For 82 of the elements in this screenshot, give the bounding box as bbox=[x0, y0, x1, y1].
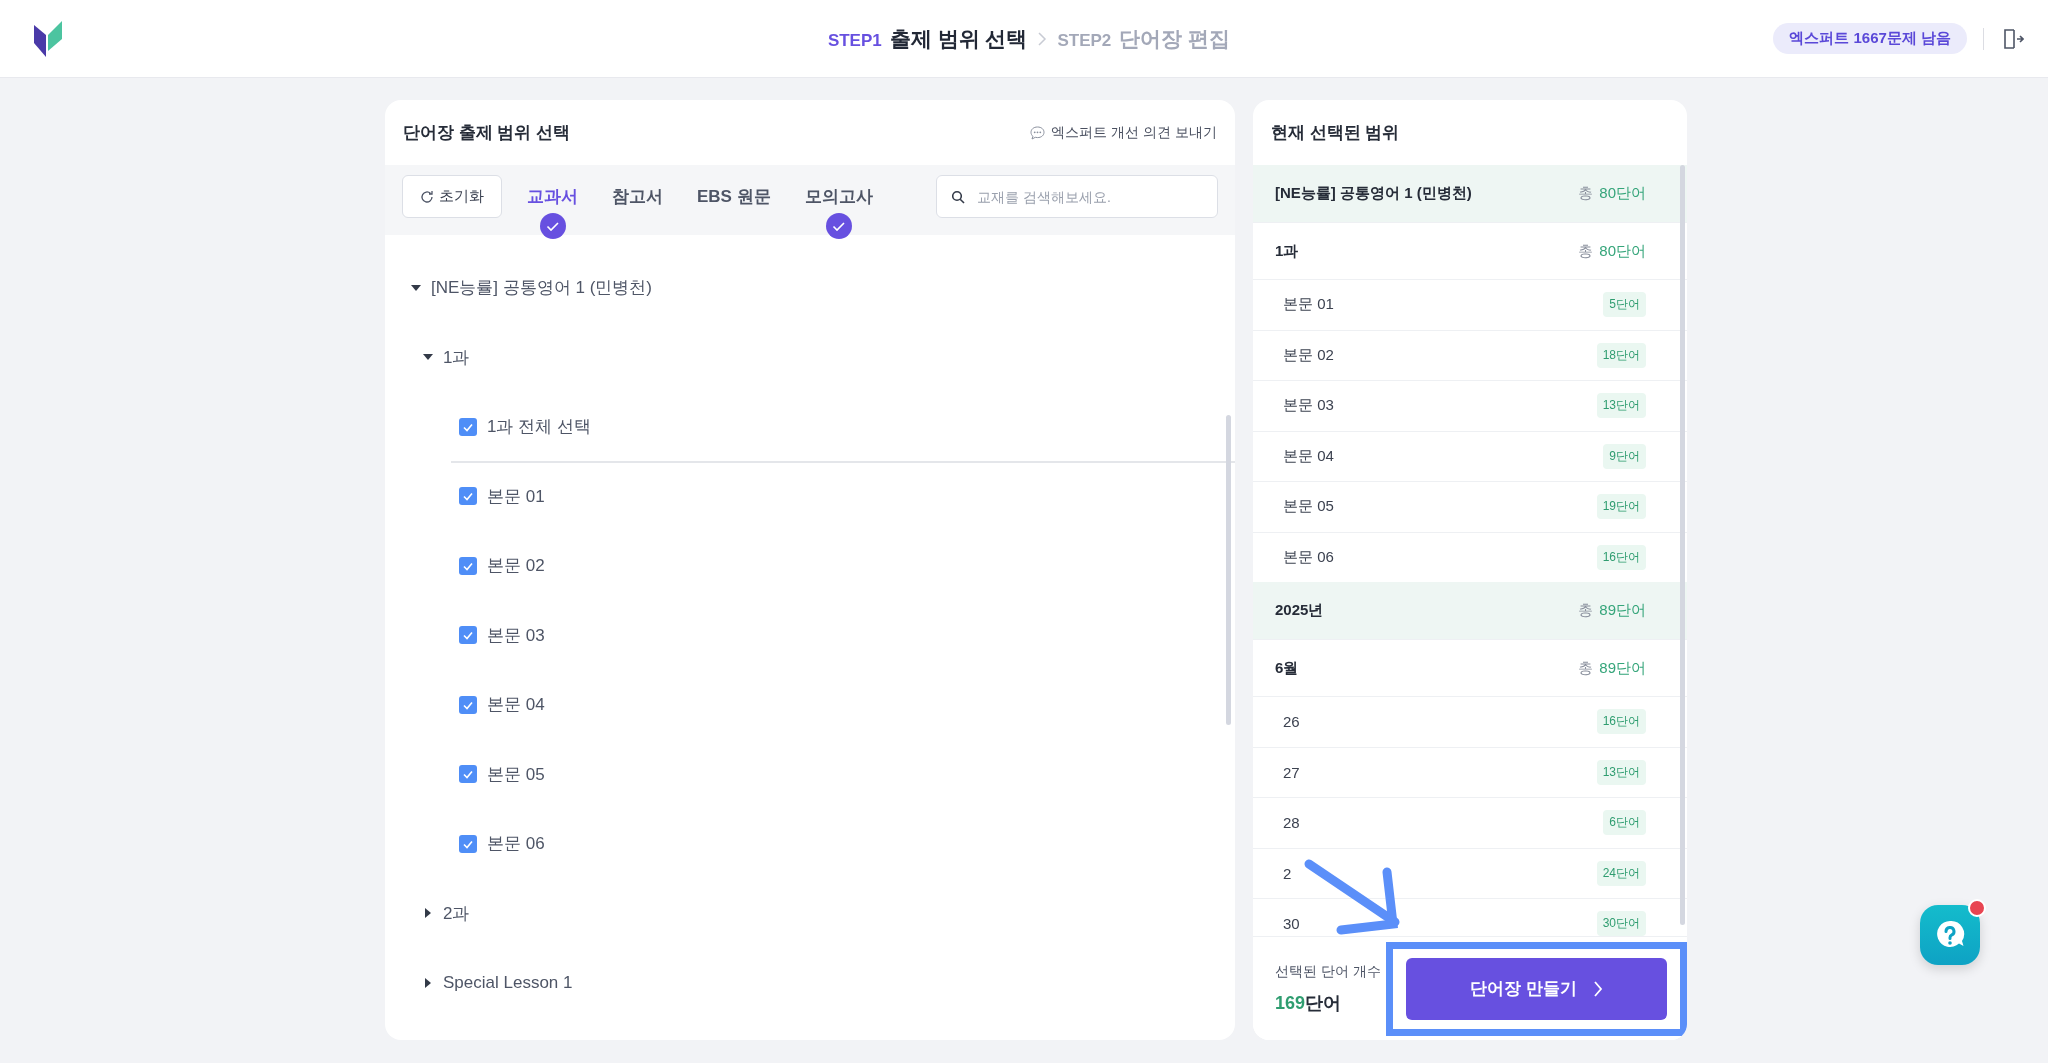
tree-item[interactable]: Special Lesson 1 bbox=[443, 972, 573, 993]
step-title: 출제 범위 선택 bbox=[889, 25, 1028, 52]
help-button[interactable] bbox=[1920, 905, 1980, 965]
word-count: 80단어 bbox=[1599, 184, 1646, 203]
word-count-badge: 16단어 bbox=[1596, 544, 1646, 570]
checkbox-label[interactable]: 본문 06 bbox=[487, 832, 545, 856]
search-field[interactable]: 교재를 검색해보세요. bbox=[936, 175, 1218, 218]
card-title: 현재 선택된 범위 bbox=[1271, 122, 1400, 144]
row-title: 30 bbox=[1283, 915, 1300, 933]
total-label: 총 bbox=[1578, 601, 1594, 620]
refresh-icon bbox=[420, 189, 434, 204]
tab[interactable]: 교과서 bbox=[510, 175, 595, 218]
checkbox[interactable] bbox=[459, 626, 477, 645]
word-count: 80단어 bbox=[1599, 241, 1646, 261]
checkbox[interactable] bbox=[459, 417, 477, 436]
tab[interactable]: 모의고사 bbox=[787, 175, 890, 218]
row-title: 26 bbox=[1283, 713, 1300, 731]
total-label: 총 bbox=[1578, 184, 1594, 203]
row-title: 2 bbox=[1283, 864, 1292, 882]
chevron-icon bbox=[1037, 30, 1048, 47]
tab[interactable]: 참고서 bbox=[595, 175, 680, 218]
step-number: STEP2 bbox=[1057, 30, 1112, 51]
checkbox[interactable] bbox=[459, 556, 477, 575]
step-title: 단어장 편집 bbox=[1119, 25, 1231, 52]
word-count-badge: 9단어 bbox=[1603, 443, 1646, 469]
word-count-badge: 6단어 bbox=[1603, 810, 1646, 836]
row-title: 본문 05 bbox=[1283, 497, 1334, 517]
row-title: 2025년 bbox=[1275, 601, 1324, 620]
checkbox-label[interactable]: 본문 03 bbox=[487, 623, 545, 647]
row-title: 6월 bbox=[1275, 658, 1299, 678]
tree-item[interactable]: 1과 bbox=[443, 345, 470, 369]
checkbox[interactable] bbox=[459, 834, 477, 853]
checkbox[interactable] bbox=[459, 695, 477, 714]
checkbox-label[interactable]: 본문 02 bbox=[487, 554, 545, 578]
scrollbar[interactable] bbox=[1680, 165, 1685, 925]
word-count-badge: 13단어 bbox=[1596, 393, 1646, 419]
tree-item[interactable]: [NE능률] 공통영어 1 (민병천) bbox=[431, 276, 652, 300]
notification-dot bbox=[1968, 899, 1986, 917]
checkbox-label[interactable]: 1과 전체 선택 bbox=[487, 415, 591, 439]
row-title: 27 bbox=[1283, 763, 1300, 781]
reset-button[interactable]: 초기화 bbox=[402, 175, 502, 218]
row-title: 본문 03 bbox=[1283, 396, 1334, 416]
row-title: 본문 06 bbox=[1283, 547, 1334, 567]
row-title: 본문 04 bbox=[1283, 446, 1334, 466]
checkbox-label[interactable]: 본문 04 bbox=[487, 693, 545, 717]
caret-icon[interactable] bbox=[425, 977, 431, 988]
tree-item[interactable]: 2과 bbox=[443, 901, 470, 925]
word-count-badge: 18단어 bbox=[1596, 342, 1646, 368]
word-count: 89단어 bbox=[1599, 601, 1646, 620]
create-button[interactable]: 단어장 만들기 bbox=[1406, 957, 1667, 1020]
row-title: 본문 01 bbox=[1283, 295, 1334, 315]
total-label: 총 bbox=[1578, 658, 1594, 678]
caret-icon[interactable] bbox=[423, 354, 433, 361]
count-caption: 선택된 단어 개수 bbox=[1275, 962, 1381, 981]
step-number: STEP1 bbox=[827, 30, 882, 51]
row-title: 1과 bbox=[1275, 241, 1299, 261]
caret-icon[interactable] bbox=[425, 908, 431, 919]
caret-icon[interactable] bbox=[411, 284, 421, 291]
word-count-badge: 5단어 bbox=[1603, 292, 1646, 318]
tab[interactable]: EBS 원문 bbox=[680, 175, 788, 218]
chevron-icon bbox=[1592, 979, 1603, 998]
checkbox[interactable] bbox=[459, 487, 477, 506]
total-label: 총 bbox=[1578, 241, 1594, 261]
chat-bubble-icon bbox=[1030, 125, 1046, 140]
word-count-badge: 19단어 bbox=[1596, 494, 1646, 520]
word-count-badge: 13단어 bbox=[1596, 759, 1646, 785]
word-count-badge: 30단어 bbox=[1596, 911, 1646, 936]
word-count-badge: 16단어 bbox=[1596, 709, 1646, 735]
scrollbar[interactable] bbox=[1226, 415, 1231, 725]
remaining-badge: 엑스퍼트 1667문제 남음 bbox=[1773, 23, 1967, 54]
checkbox-label[interactable]: 본문 05 bbox=[487, 762, 545, 786]
checkbox-label[interactable]: 본문 01 bbox=[487, 484, 545, 508]
row-title: 본문 02 bbox=[1283, 345, 1334, 365]
word-count-badge: 24단어 bbox=[1596, 860, 1646, 886]
word-count: 89단어 bbox=[1599, 658, 1646, 678]
row-title: [NE능률] 공통영어 1 (민병천) bbox=[1275, 184, 1472, 203]
selected-count: 169단어 bbox=[1275, 991, 1343, 1015]
row-title: 28 bbox=[1283, 814, 1300, 832]
card-title: 단어장 출제 범위 선택 bbox=[403, 122, 571, 144]
checkbox[interactable] bbox=[459, 765, 477, 784]
logo-icon[interactable] bbox=[34, 20, 62, 57]
feedback-link[interactable]: 엑스퍼트 개선 의견 보내기 bbox=[1030, 123, 1217, 142]
